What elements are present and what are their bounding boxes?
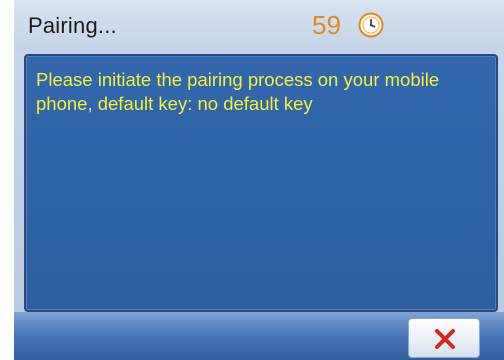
pairing-screen: Pairing... 59 Please initiate the pairin…: [14, 0, 504, 360]
cancel-button[interactable]: [408, 318, 480, 358]
message-panel: Please initiate the pairing process on y…: [24, 54, 498, 312]
countdown-timer: 59: [312, 10, 341, 40]
close-icon: [435, 329, 455, 349]
page-title: Pairing...: [28, 13, 117, 38]
clock-icon: [358, 12, 384, 38]
header-bar: Pairing... 59: [14, 0, 504, 50]
pairing-message: Please initiate the pairing process on y…: [36, 69, 440, 114]
